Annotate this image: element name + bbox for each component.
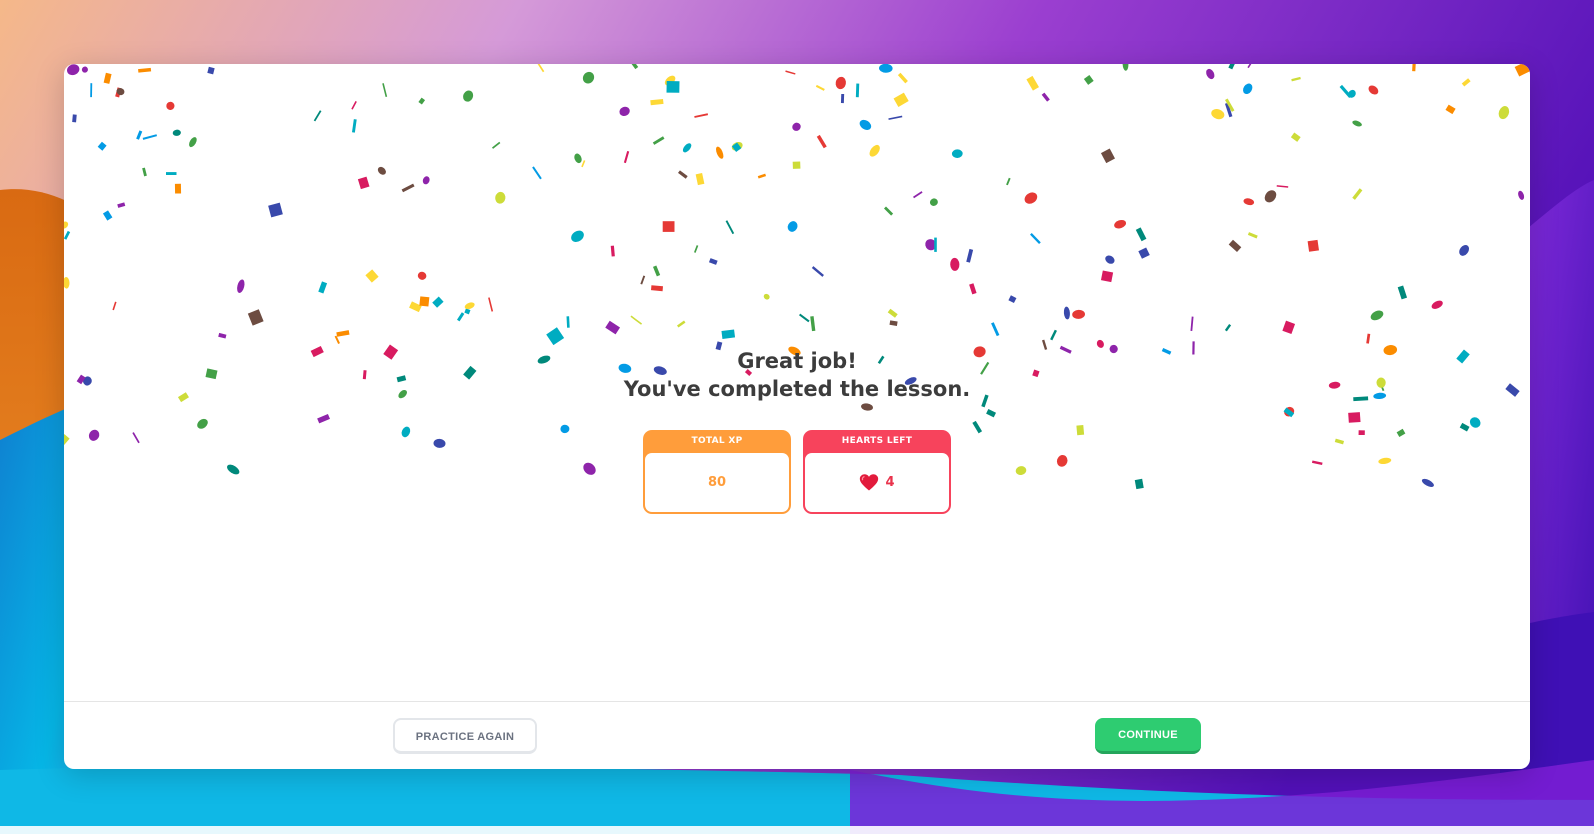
total-xp-label: TOTAL XP [691,436,743,446]
desktop: Great job! You've completed the lesson. … [0,0,1594,834]
hearts-left-label: HEARTS LEFT [841,436,913,446]
total-xp-body: 80 [645,453,789,512]
total-xp-value: 80 [707,475,727,490]
heart-icon [860,473,879,490]
hearts-left-value: 4 [885,475,895,490]
hearts-left-body: 4 [805,453,949,512]
lesson-footer: PRACTICE AGAIN CONTINUE [64,701,1530,769]
continue-button[interactable]: CONTINUE [1095,718,1201,754]
lesson-result-area: Great job! You've completed the lesson. … [64,64,1530,701]
lesson-complete-message: Great job! You've completed the lesson. [64,347,1530,403]
headline-line-1: Great job! [737,349,857,373]
practice-again-button[interactable]: PRACTICE AGAIN [393,718,537,754]
total-xp-card: TOTAL XP 80 [643,430,791,514]
hearts-left-card: HEARTS LEFT 4 [803,430,951,514]
lesson-window: Great job! You've completed the lesson. … [64,64,1530,769]
headline-line-2: You've completed the lesson. [623,377,971,401]
